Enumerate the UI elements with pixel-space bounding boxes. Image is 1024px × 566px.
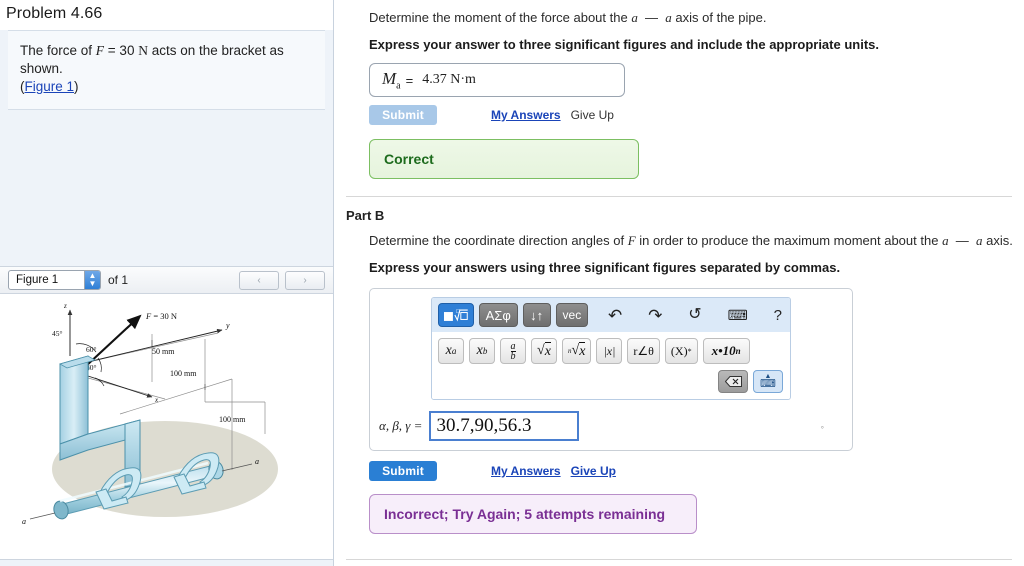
figure-count-label: of 1 xyxy=(108,273,129,287)
math-polar-button[interactable]: r∠θ xyxy=(627,338,660,364)
part-b-my-answers-link[interactable]: My Answers xyxy=(491,464,561,478)
problem-statement-box: The force of F = 30 N acts on the bracke… xyxy=(8,30,325,110)
math-updown-button[interactable]: ↓↑ xyxy=(522,303,551,327)
axis-dash: — xyxy=(645,10,659,25)
part-b-feedback-text: Incorrect; Try Again; 5 attempts remaini… xyxy=(384,506,666,522)
part-b-button-row: Submit My Answers Give Up xyxy=(334,461,1024,481)
part-b-give-up-link[interactable]: Give Up xyxy=(571,464,616,478)
part-b-axis-dash: — xyxy=(955,233,969,248)
math-power-button[interactable]: xa xyxy=(438,338,464,364)
part-b-submit-button[interactable]: Submit xyxy=(369,461,437,481)
figure-select[interactable]: Figure 1 ▲ ▼ xyxy=(8,270,101,290)
part-a-answer-input[interactable]: Ma = 4.37 N·m xyxy=(369,63,625,97)
figure-prev-button[interactable]: ‹ xyxy=(239,270,279,290)
backspace-icon[interactable] xyxy=(718,370,748,393)
part-a-answer-symbol: Ma xyxy=(382,69,401,91)
part-a-feedback-text: Correct xyxy=(384,151,434,167)
part-a-answer-value: 4.37 N·m xyxy=(422,72,476,87)
collapse-keyboard-icon[interactable]: ▲ ⌨ xyxy=(753,370,783,393)
part-b-question-post: axis. xyxy=(982,233,1013,248)
part-b-instruction: Express your answers using three signifi… xyxy=(369,260,841,275)
page-title: Problem 4.66 xyxy=(0,0,333,30)
math-fraction-button[interactable]: ab xyxy=(500,338,526,364)
math-greek-button[interactable]: ΑΣφ xyxy=(478,303,518,327)
part-a-equals: = xyxy=(405,72,414,88)
svg-text:60°: 60° xyxy=(86,345,97,354)
part-a-give-up-link[interactable]: Give Up xyxy=(571,108,614,122)
svg-text:45°: 45° xyxy=(52,329,63,338)
svg-text:y: y xyxy=(225,321,230,330)
redo-icon[interactable]: ↷ xyxy=(646,307,664,324)
part-b-question-pre: Determine the coordinate direction angle… xyxy=(369,233,628,248)
part-a-instruction: Express your answer to three significant… xyxy=(369,37,879,52)
template-root-icon: ☐ xyxy=(443,309,468,322)
undo-icon[interactable]: ↶ xyxy=(606,307,624,324)
math-subscript-button[interactable]: xb xyxy=(469,338,495,364)
math-sqrt-button[interactable]: √ x xyxy=(531,338,557,364)
part-divider xyxy=(346,196,1012,197)
math-vec-button[interactable]: vec xyxy=(555,303,589,327)
axis-a-1: a xyxy=(631,10,638,25)
reset-icon[interactable]: ↺ xyxy=(686,307,703,323)
help-icon[interactable]: ? xyxy=(772,308,784,323)
math-palette: ☐ ΑΣφ ↓↑ vec ↶ ↷ ↺ ⌨ ? x a x b a b √ x n… xyxy=(431,297,791,400)
part-b-question-mid: in order to produce the maximum moment a… xyxy=(635,233,943,248)
figure-1-link[interactable]: Figure 1 xyxy=(25,79,75,94)
part-b-force-symbol: F xyxy=(627,233,636,248)
math-palette-row-1: ☐ ΑΣφ ↓↑ vec ↶ ↷ ↺ ⌨ ? xyxy=(432,298,790,332)
svg-text:100 mm: 100 mm xyxy=(170,369,197,378)
degree-unit-label: ° xyxy=(820,425,824,434)
math-nth-root-button[interactable]: n √ x xyxy=(562,338,592,364)
moment-symbol: M xyxy=(382,68,397,88)
part-a-question: Determine the moment of the force about … xyxy=(334,9,1024,26)
math-conjugate-button[interactable]: (X) * xyxy=(664,338,698,364)
part-a-submit-button[interactable]: Submit xyxy=(369,105,437,125)
part-a-question-pre: Determine the moment of the force about … xyxy=(369,10,632,25)
newton-unit: N xyxy=(138,43,148,58)
force-symbol: F xyxy=(95,43,105,58)
bracket-pipe-diagram: z y x F = 30 N 45° 60° 60° 50 mm 100 mm … xyxy=(22,302,278,526)
statement-prefix: The force of xyxy=(20,43,96,58)
svg-text:a: a xyxy=(22,517,26,526)
svg-text:50 mm: 50 mm xyxy=(152,347,175,356)
figure-toolbar: Figure 1 ▲ ▼ of 1 ‹ › xyxy=(0,266,333,294)
svg-text:100 mm: 100 mm xyxy=(219,415,246,424)
part-b-answer-label: α, β, γ = xyxy=(379,418,423,433)
part-b-question: Determine the coordinate direction angle… xyxy=(334,232,1024,249)
part-a-feedback-correct: Correct xyxy=(369,139,639,179)
problem-sidebar: Problem 4.66 The force of F = 30 N acts … xyxy=(0,0,334,566)
figure-nav-buttons: ‹ › xyxy=(239,270,325,290)
problem-statement-text: The force of F = 30 N acts on the bracke… xyxy=(20,42,313,78)
part-b-answer-row: α, β, γ = 30.7,90,56.3 ° xyxy=(370,411,852,441)
paren-close: ) xyxy=(74,79,79,94)
math-palette-row-3: ▲ ⌨ xyxy=(432,368,790,399)
answer-panel: Determine the moment of the force about … xyxy=(334,0,1024,566)
svg-text:F = 30 N: F = 30 N xyxy=(145,311,177,321)
part-b-heading: Part B xyxy=(346,208,385,223)
moment-subscript: a xyxy=(396,80,401,92)
figure-image-area[interactable]: z y x F = 30 N 45° 60° 60° 50 mm 100 mm … xyxy=(0,294,333,560)
figure-select-stepper-icon[interactable]: ▲ ▼ xyxy=(84,271,100,289)
math-palette-row-2: xa xb ab √ x n √ x |x| r∠θ (X) * x•10 n xyxy=(432,332,790,368)
part-a-my-answers-link[interactable]: My Answers xyxy=(491,108,561,122)
svg-text:z: z xyxy=(63,302,67,310)
part-a-button-row: Submit My Answers Give Up xyxy=(334,105,1024,125)
keyboard-icon[interactable]: ⌨ xyxy=(726,308,750,322)
math-scientific-button[interactable]: x•10 n xyxy=(702,338,750,364)
figure-reference-line: (Figure 1) xyxy=(20,78,313,96)
math-answer-widget: ☐ ΑΣφ ↓↑ vec ↶ ↷ ↺ ⌨ ? x a x b a b √ x n… xyxy=(369,288,853,451)
math-absolute-button[interactable]: |x| xyxy=(596,338,623,364)
math-template-root-button[interactable]: ☐ xyxy=(438,303,474,327)
figure-next-button[interactable]: › xyxy=(285,270,325,290)
panel-bottom-divider xyxy=(346,559,1012,560)
part-b-feedback-incorrect: Incorrect; Try Again; 5 attempts remaini… xyxy=(369,494,697,534)
part-a-question-post: axis of the pipe. xyxy=(671,10,767,25)
statement-mid: = 30 xyxy=(104,43,139,58)
svg-text:a: a xyxy=(255,457,259,466)
part-b-axis-a-1: a xyxy=(942,233,949,248)
figure-select-value: Figure 1 xyxy=(16,274,59,286)
part-b-answer-input[interactable]: 30.7,90,56.3 xyxy=(429,411,580,441)
